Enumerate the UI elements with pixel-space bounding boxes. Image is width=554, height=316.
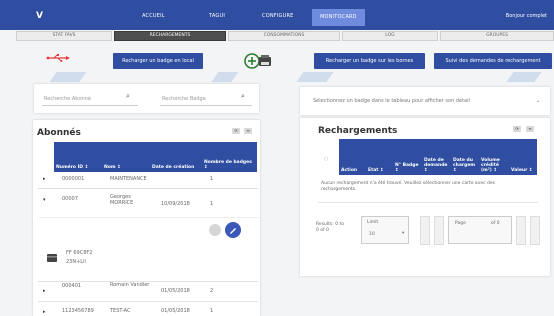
- table-row-date[interactable]: 01/05/2018: [161, 308, 190, 314]
- suivi-demandes-button[interactable]: Suivi des demandes de rechargement: [434, 53, 552, 69]
- decor-accent: [506, 72, 542, 82]
- col-date-demande[interactable]: Date de demande ↕: [422, 139, 451, 175]
- col-action: Action: [339, 139, 366, 175]
- table-row-id[interactable]: 1123456789: [62, 308, 94, 314]
- table-row-badges[interactable]: 1: [210, 201, 213, 207]
- badge-select-placeholder: Sélectionnez un badge dans le tableau po…: [313, 98, 470, 104]
- table-row-badges[interactable]: 1: [210, 308, 213, 314]
- table-row-id[interactable]: 0000001: [62, 176, 84, 182]
- table-row-badges[interactable]: 1: [210, 176, 213, 182]
- refresh-icon[interactable]: ⟳: [513, 126, 521, 132]
- nav-accueil[interactable]: ACCUEIL: [142, 13, 165, 19]
- table-row-id[interactable]: 000401: [62, 283, 81, 289]
- recharge-local-button[interactable]: Recharger un badge en local: [113, 53, 203, 69]
- col-date-creation[interactable]: Date de création: [150, 142, 202, 172]
- tab-stat-favs[interactable]: STAT FAVS: [16, 31, 112, 41]
- page-label: Page: [455, 221, 466, 226]
- row-divider: [38, 188, 258, 189]
- limit-select[interactable]: Limit 10 ▾: [361, 216, 409, 244]
- app-logo: V: [36, 11, 43, 21]
- prev-page-button[interactable]: [434, 216, 444, 245]
- tab-consommations[interactable]: CONSOMMATIONS: [228, 31, 340, 41]
- table-row-nom[interactable]: Romain Vandier: [110, 282, 150, 288]
- search-icon[interactable]: ⌕: [241, 92, 245, 101]
- col-numero-id[interactable]: Numéro ID ↕: [54, 142, 102, 172]
- limit-label: Limit: [367, 220, 379, 225]
- decor-accent: [296, 72, 334, 82]
- usb-icon: [46, 54, 70, 62]
- table-row-badges[interactable]: 2: [210, 288, 213, 294]
- table-row-date[interactable]: 10/09/2018: [161, 201, 190, 207]
- results-count: Results: 0 to 0 of 0: [316, 222, 345, 233]
- col-etat[interactable]: Etat ↕: [366, 139, 393, 175]
- col-date-chargement[interactable]: Date du chargem ↕: [451, 139, 479, 175]
- search-badge-input[interactable]: Recherche Badge: [162, 96, 206, 102]
- abonnes-title: Abonnés: [37, 128, 81, 138]
- first-page-button[interactable]: [420, 216, 430, 245]
- badge-number: FF 69C8F2: [66, 250, 93, 256]
- tab-groupes[interactable]: GROUPES: [440, 31, 554, 41]
- tab-rechargements[interactable]: RECHARGEMENTS: [114, 31, 226, 41]
- last-page-button[interactable]: [530, 216, 540, 245]
- search-icon[interactable]: ⌕: [126, 92, 130, 101]
- recharge-bornes-button[interactable]: Recharger un badge sur les bornes: [314, 53, 425, 69]
- user-menu[interactable]: Bonjour complet: [506, 13, 547, 19]
- badge-code: 23N+Lll: [66, 259, 86, 265]
- limit-value: 10: [369, 232, 375, 237]
- nav-tagui[interactable]: TAGUI: [209, 13, 225, 19]
- search-panel: Recherche Abonné ⌕ Recherche Badge ⌕: [34, 84, 259, 113]
- table-row-nom[interactable]: TEST-AC: [110, 308, 131, 314]
- col-nom[interactable]: Nom ↕: [102, 142, 150, 172]
- subnav: STAT FAVS RECHARGEMENTS CONSOMMATIONS LO…: [16, 31, 554, 41]
- row-divider: [318, 202, 538, 203]
- rechargements-panel: Rechargements ⟳ ≡ ○ Action Etat ↕ N° Bad…: [300, 118, 550, 276]
- col-volume[interactable]: Volume crédité (m³) ↕: [479, 139, 509, 175]
- chevron-down-icon: ▾: [402, 231, 405, 236]
- table-row-date[interactable]: 01/05/2018: [161, 288, 190, 294]
- delete-icon[interactable]: [209, 224, 221, 236]
- rechargements-title: Rechargements: [318, 126, 398, 136]
- collapse-icon[interactable]: ▾: [43, 197, 46, 203]
- abonnes-table-header: Numéro ID ↕ Nom ↕ Date de création Nombr…: [54, 142, 257, 172]
- checkbox-icon[interactable]: ○: [324, 156, 328, 162]
- card-icon: [47, 254, 57, 262]
- table-row-nom[interactable]: MAINTENANCE: [110, 176, 147, 182]
- nav-configure[interactable]: CONFIGURE: [262, 13, 294, 19]
- decor-accent: [211, 72, 239, 82]
- search-abonne-input[interactable]: Recherche Abonné: [44, 96, 91, 102]
- expand-icon[interactable]: ▸: [43, 309, 46, 315]
- top-navbar: V ACCUEIL TAGUI CONFIGURE MONITOCARD Bon…: [0, 0, 554, 30]
- search-abonne-underline: [42, 105, 138, 106]
- abonnes-panel: Abonnés ⟳ ≡ Numéro ID ↕ Nom ↕ Date de cr…: [33, 120, 260, 316]
- expand-icon[interactable]: ▸: [43, 288, 46, 294]
- tab-log[interactable]: LOG: [342, 31, 438, 41]
- refresh-icon[interactable]: ⟳: [232, 128, 240, 134]
- search-badge-underline: [160, 105, 252, 106]
- col-badge[interactable]: N° Badge ↕: [393, 139, 422, 175]
- badge-add-icon[interactable]: [244, 52, 274, 70]
- table-row-nom[interactable]: Georges MORRICE: [110, 194, 150, 206]
- menu-icon[interactable]: ≡: [526, 126, 534, 132]
- table-row-id[interactable]: 00007: [62, 196, 78, 202]
- chevron-down-icon[interactable]: ⌄: [536, 98, 540, 104]
- row-divider: [38, 301, 258, 302]
- next-page-button[interactable]: [516, 216, 526, 245]
- col-nombre-badges[interactable]: Nombre de badges ↕: [202, 142, 257, 172]
- page-input[interactable]: Page of 0: [448, 216, 512, 244]
- col-valeur[interactable]: Valeur ↕: [509, 139, 537, 175]
- nav-monitocard[interactable]: MONITOCARD: [312, 9, 365, 26]
- menu-icon[interactable]: ≡: [244, 128, 252, 134]
- page-of-label: of 0: [491, 221, 500, 226]
- badge-detail-card: FF 69C8F2 23N+Lll: [39, 217, 259, 281]
- edit-icon[interactable]: [225, 222, 241, 238]
- decor-accent: [49, 72, 87, 82]
- badge-select-panel[interactable]: Sélectionnez un badge dans le tableau po…: [300, 87, 550, 115]
- expand-icon[interactable]: ▸: [43, 176, 46, 182]
- rechargements-table-header: Action Etat ↕ N° Badge ↕ Date de demande…: [339, 139, 537, 175]
- empty-message: Aucun rechargement n'a été trouvé. Veuil…: [321, 181, 495, 192]
